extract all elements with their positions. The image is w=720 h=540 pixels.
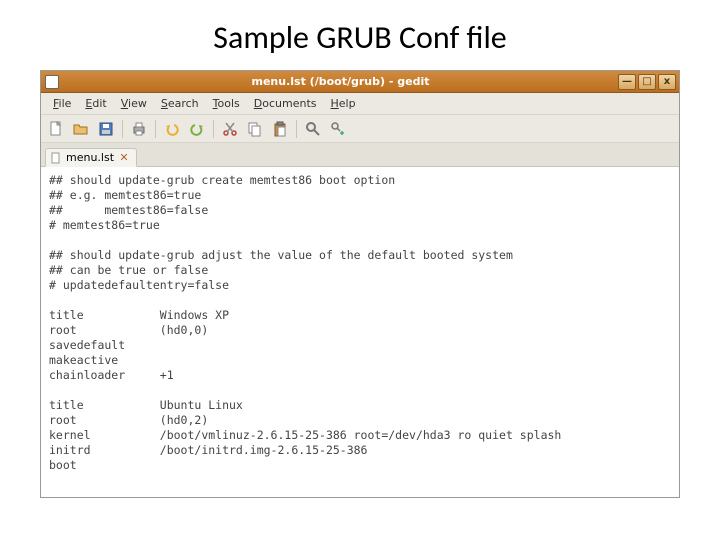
redo-icon [189, 121, 205, 137]
save-button[interactable] [95, 118, 117, 140]
toolbar-separator [296, 120, 297, 138]
paste-icon [272, 121, 288, 137]
menu-search[interactable]: Search [155, 95, 205, 112]
find-replace-button[interactable] [327, 118, 349, 140]
file-line [49, 233, 671, 248]
file-line: ## e.g. memtest86=true [49, 188, 671, 203]
file-line: ## should update-grub create memtest86 b… [49, 173, 671, 188]
file-line: root (hd0,2) [49, 413, 671, 428]
file-line: makeactive [49, 353, 671, 368]
tab-close-button[interactable]: ✕ [118, 152, 130, 164]
copy-icon [247, 121, 263, 137]
redo-button[interactable] [186, 118, 208, 140]
file-line: # updatedefaultentry=false [49, 278, 671, 293]
find-replace-icon [330, 121, 346, 137]
toolbar [41, 115, 679, 143]
file-line [49, 293, 671, 308]
print-button[interactable] [128, 118, 150, 140]
editor-area[interactable]: ## should update-grub create memtest86 b… [41, 167, 679, 497]
open-file-button[interactable] [70, 118, 92, 140]
window-controls: — □ x [618, 74, 676, 90]
tab-menu-lst[interactable]: menu.lst ✕ [45, 148, 137, 167]
toolbar-separator [155, 120, 156, 138]
titlebar[interactable]: menu.lst (/boot/grub) - gedit — □ x [41, 71, 679, 93]
undo-icon [164, 121, 180, 137]
menubar: File Edit View Search Tools Documents He… [41, 93, 679, 115]
menu-file[interactable]: File [47, 95, 77, 112]
file-line: chainloader +1 [49, 368, 671, 383]
file-line: ## should update-grub adjust the value o… [49, 248, 671, 263]
file-line: title Ubuntu Linux [49, 398, 671, 413]
file-line: initrd /boot/initrd.img-2.6.15-25-386 [49, 443, 671, 458]
window-title: menu.lst (/boot/grub) - gedit [63, 75, 618, 88]
file-line: ## memtest86=false [49, 203, 671, 218]
copy-button[interactable] [244, 118, 266, 140]
slide-title: Sample GRUB Conf file [0, 0, 720, 69]
new-file-icon [48, 121, 64, 137]
tab-label: menu.lst [66, 151, 114, 164]
file-line [49, 383, 671, 398]
cut-button[interactable] [219, 118, 241, 140]
tab-bar: menu.lst ✕ [41, 143, 679, 167]
folder-open-icon [73, 121, 89, 137]
close-button[interactable]: x [658, 74, 676, 90]
find-button[interactable] [302, 118, 324, 140]
paste-button[interactable] [269, 118, 291, 140]
undo-button[interactable] [161, 118, 183, 140]
menu-help[interactable]: Help [325, 95, 362, 112]
menu-edit[interactable]: Edit [79, 95, 112, 112]
file-line: # memtest86=true [49, 218, 671, 233]
file-line: ## can be true or false [49, 263, 671, 278]
app-icon [45, 75, 59, 89]
scissors-icon [222, 121, 238, 137]
maximize-button[interactable]: □ [638, 74, 656, 90]
toolbar-separator [122, 120, 123, 138]
gedit-window: menu.lst (/boot/grub) - gedit — □ x File… [40, 70, 680, 498]
menu-view[interactable]: View [115, 95, 153, 112]
search-icon [305, 121, 321, 137]
file-line: root (hd0,0) [49, 323, 671, 338]
file-line: kernel /boot/vmlinuz-2.6.15-25-386 root=… [49, 428, 671, 443]
menu-tools[interactable]: Tools [207, 95, 246, 112]
file-line: title Windows XP [49, 308, 671, 323]
new-file-button[interactable] [45, 118, 67, 140]
minimize-button[interactable]: — [618, 74, 636, 90]
file-line: savedefault [49, 338, 671, 353]
menu-documents[interactable]: Documents [248, 95, 323, 112]
floppy-icon [98, 121, 114, 137]
toolbar-separator [213, 120, 214, 138]
file-line: boot [49, 458, 671, 473]
document-icon [50, 152, 62, 164]
printer-icon [131, 121, 147, 137]
